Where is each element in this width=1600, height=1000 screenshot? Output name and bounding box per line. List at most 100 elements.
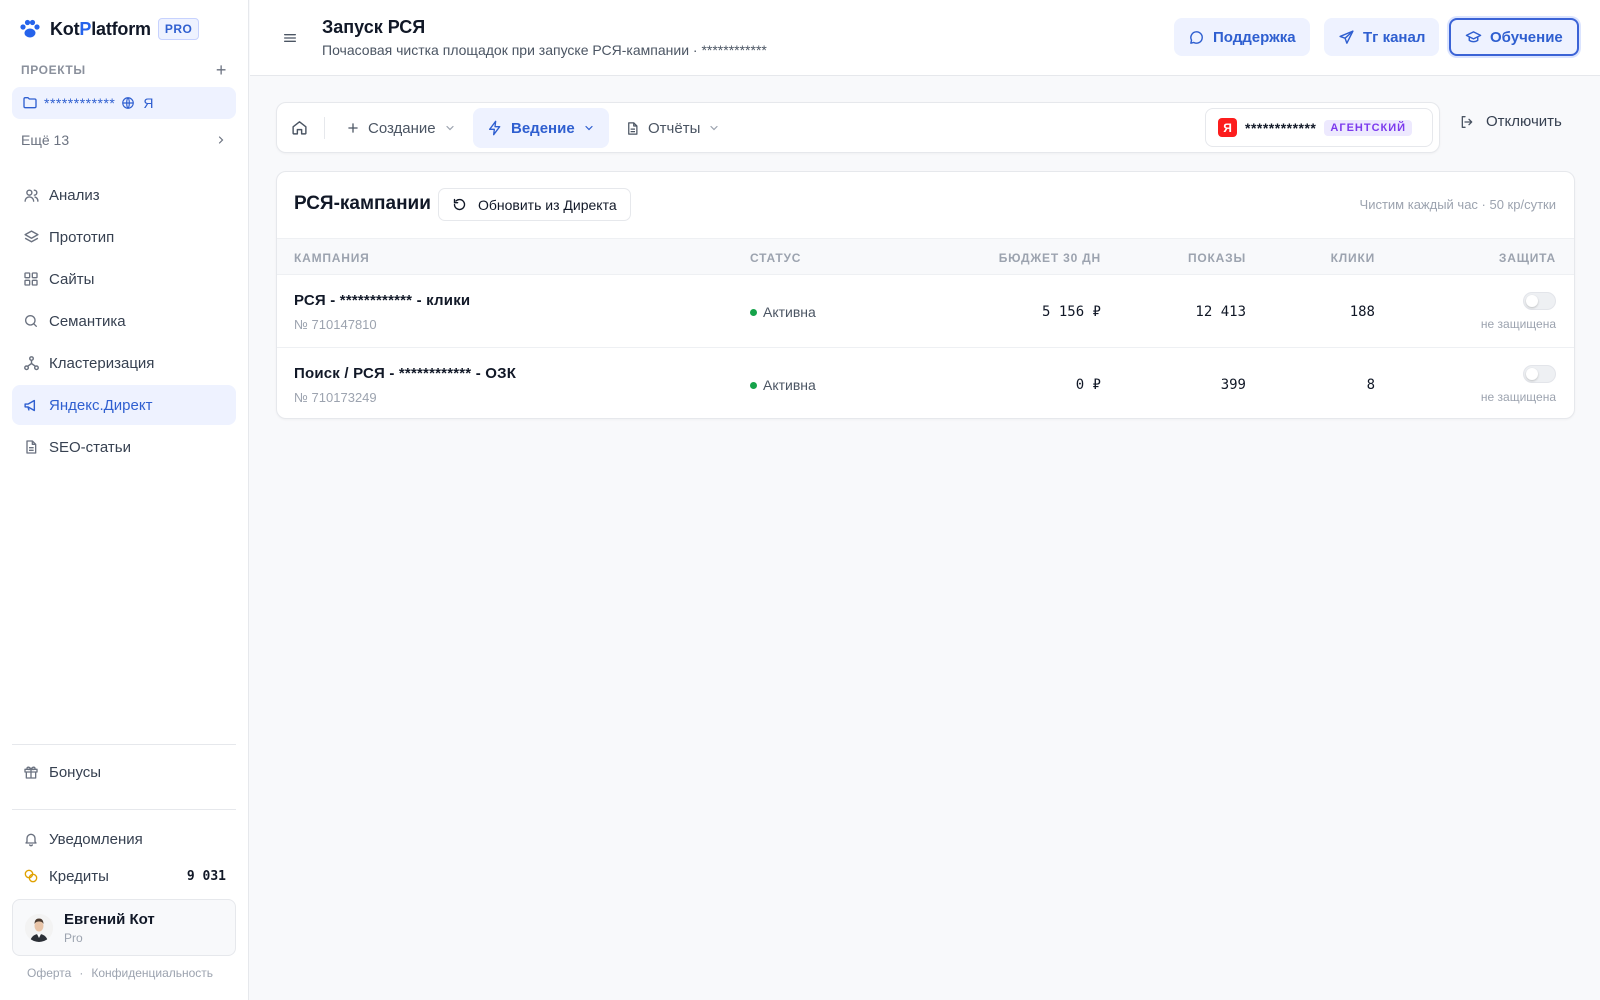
user-name: Евгений Кот bbox=[64, 910, 155, 928]
clicks-value: 188 bbox=[1349, 304, 1375, 320]
cluster-icon bbox=[22, 354, 40, 372]
users-icon bbox=[22, 186, 40, 204]
page-header: Запуск РСЯ Почасовая чистка площадок при… bbox=[250, 0, 1600, 76]
nav-item-prototype[interactable]: Прототип bbox=[12, 217, 236, 257]
budget-value: 5 156 ₽ bbox=[1041, 304, 1101, 320]
bonuses-link[interactable]: Бонусы bbox=[12, 755, 236, 789]
main-nav: Анализ Прототип Сайты Семантика Кластери… bbox=[12, 175, 236, 469]
section-toolbar: Создание Ведение Отчёты Я ************ А… bbox=[276, 102, 1440, 153]
notifications-link[interactable]: Уведомления bbox=[12, 822, 236, 856]
search-icon bbox=[22, 312, 40, 330]
status-badge: Активна bbox=[750, 377, 816, 393]
create-label: Создание bbox=[368, 119, 436, 137]
agency-badge: АГЕНТСКИЙ bbox=[1324, 119, 1413, 136]
nav-item-seo-articles[interactable]: SEO-статьи bbox=[12, 427, 236, 467]
nav-label: SEO-статьи bbox=[49, 438, 131, 456]
plan-badge: PRO bbox=[157, 18, 200, 40]
brand-logo-link[interactable]: KotPlatform PRO bbox=[18, 16, 200, 42]
document-icon bbox=[22, 438, 40, 456]
folder-icon bbox=[22, 95, 38, 111]
campaign-name[interactable]: Поиск / РСЯ - ************ - ОЗК bbox=[294, 365, 516, 382]
nav-item-analysis[interactable]: Анализ bbox=[12, 175, 236, 215]
legal-links: Оферта · Конфиденциальность bbox=[27, 966, 213, 980]
graduation-cap-icon bbox=[1465, 29, 1482, 46]
status-badge: Активна bbox=[750, 304, 816, 320]
user-info: Евгений Кот Pro bbox=[64, 911, 155, 945]
col-protection[interactable]: ЗАЩИТА bbox=[1499, 251, 1556, 265]
bell-icon bbox=[22, 831, 40, 847]
lightning-icon bbox=[487, 120, 503, 136]
disconnect-label: Отключить bbox=[1486, 113, 1562, 130]
coins-icon bbox=[22, 868, 40, 884]
credits-link[interactable]: Кредиты 9 031 bbox=[12, 859, 236, 893]
support-button[interactable]: Поддержка bbox=[1174, 18, 1310, 56]
menu-icon[interactable] bbox=[280, 28, 300, 48]
col-budget[interactable]: БЮДЖЕТ 30 ДН bbox=[999, 251, 1101, 265]
col-status[interactable]: СТАТУС bbox=[750, 251, 801, 265]
telegram-label: Тг канал bbox=[1363, 28, 1426, 46]
offer-link[interactable]: Оферта bbox=[27, 966, 71, 980]
learning-label: Обучение bbox=[1490, 28, 1563, 46]
campaign-id: № 710147810 bbox=[294, 317, 377, 332]
nav-item-clustering[interactable]: Кластеризация bbox=[12, 343, 236, 383]
chevron-right-icon bbox=[215, 134, 227, 146]
campaigns-title: РСЯ-кампании bbox=[294, 193, 431, 214]
add-project-button[interactable]: + bbox=[216, 61, 227, 79]
reports-menu[interactable]: Отчёты bbox=[611, 108, 734, 148]
page-subtitle: Почасовая чистка площадок при запуске РС… bbox=[322, 42, 767, 58]
nav-item-yandex-direct[interactable]: Яндекс.Директ bbox=[12, 385, 236, 425]
impressions-value: 12 413 bbox=[1195, 304, 1246, 320]
send-icon bbox=[1338, 29, 1355, 46]
direct-account[interactable]: Я ************ АГЕНТСКИЙ bbox=[1205, 108, 1433, 147]
user-profile-card[interactable]: Евгений Кот Pro bbox=[12, 899, 236, 956]
protection-toggle[interactable] bbox=[1523, 292, 1556, 310]
current-project[interactable]: ************ Я bbox=[12, 87, 236, 119]
campaign-id: № 710173249 bbox=[294, 390, 377, 405]
projects-title: ПРОЕКТЫ bbox=[21, 63, 86, 77]
megaphone-icon bbox=[22, 396, 40, 414]
learning-button[interactable]: Обучение bbox=[1449, 18, 1579, 56]
gift-icon bbox=[22, 764, 40, 780]
col-campaign[interactable]: КАМПАНИЯ bbox=[294, 251, 370, 265]
col-impressions[interactable]: ПОКАЗЫ bbox=[1188, 251, 1246, 265]
status-label: Активна bbox=[763, 304, 816, 320]
credits-value: 9 031 bbox=[186, 868, 226, 884]
projects-section-title: ПРОЕКТЫ + bbox=[21, 61, 227, 79]
layers-icon bbox=[22, 228, 40, 246]
col-clicks[interactable]: КЛИКИ bbox=[1331, 251, 1375, 265]
manage-label: Ведение bbox=[511, 119, 575, 137]
campaigns-card: РСЯ-кампании Обновить из Директа Чистим … bbox=[276, 171, 1575, 419]
avatar bbox=[25, 913, 53, 942]
grid-icon bbox=[22, 270, 40, 288]
protection-status: не защищена bbox=[1480, 317, 1556, 331]
refresh-from-direct-button[interactable]: Обновить из Директа bbox=[438, 188, 631, 221]
telegram-channel-button[interactable]: Тг канал bbox=[1324, 18, 1440, 56]
cleaning-schedule-note: Чистим каждый час · 50 кр/сутки bbox=[1359, 197, 1556, 212]
table-row[interactable]: РСЯ - ************ - клики № 710147810 А… bbox=[277, 276, 1574, 348]
create-menu[interactable]: Создание bbox=[332, 108, 470, 148]
nav-item-semantics[interactable]: Семантика bbox=[12, 301, 236, 341]
table-row[interactable]: Поиск / РСЯ - ************ - ОЗК № 71017… bbox=[277, 349, 1574, 418]
nav-label: Прототип bbox=[49, 228, 115, 246]
refresh-icon bbox=[452, 197, 467, 212]
protection-toggle[interactable] bbox=[1523, 365, 1556, 383]
budget-value: 0 ₽ bbox=[1075, 377, 1101, 393]
disconnect-button[interactable]: Отключить bbox=[1459, 113, 1562, 130]
project-name: ************ bbox=[44, 95, 116, 111]
user-plan: Pro bbox=[64, 930, 83, 945]
chevron-down-icon bbox=[444, 122, 456, 134]
nav-item-sites[interactable]: Сайты bbox=[12, 259, 236, 299]
home-icon[interactable] bbox=[289, 117, 309, 137]
campaign-name[interactable]: РСЯ - ************ - клики bbox=[294, 292, 470, 309]
chevron-down-icon bbox=[583, 122, 595, 134]
status-dot-icon bbox=[750, 308, 757, 316]
status-dot-icon bbox=[750, 381, 757, 389]
more-projects-label: Ещё 13 bbox=[21, 132, 70, 148]
more-projects[interactable]: Ещё 13 bbox=[21, 132, 227, 148]
account-name: ************ bbox=[1245, 119, 1317, 136]
refresh-label: Обновить из Директа bbox=[478, 196, 617, 213]
report-icon bbox=[625, 121, 640, 136]
privacy-link[interactable]: Конфиденциальность bbox=[91, 966, 213, 980]
chat-bubble-icon bbox=[1188, 29, 1205, 46]
manage-menu[interactable]: Ведение bbox=[473, 108, 609, 148]
